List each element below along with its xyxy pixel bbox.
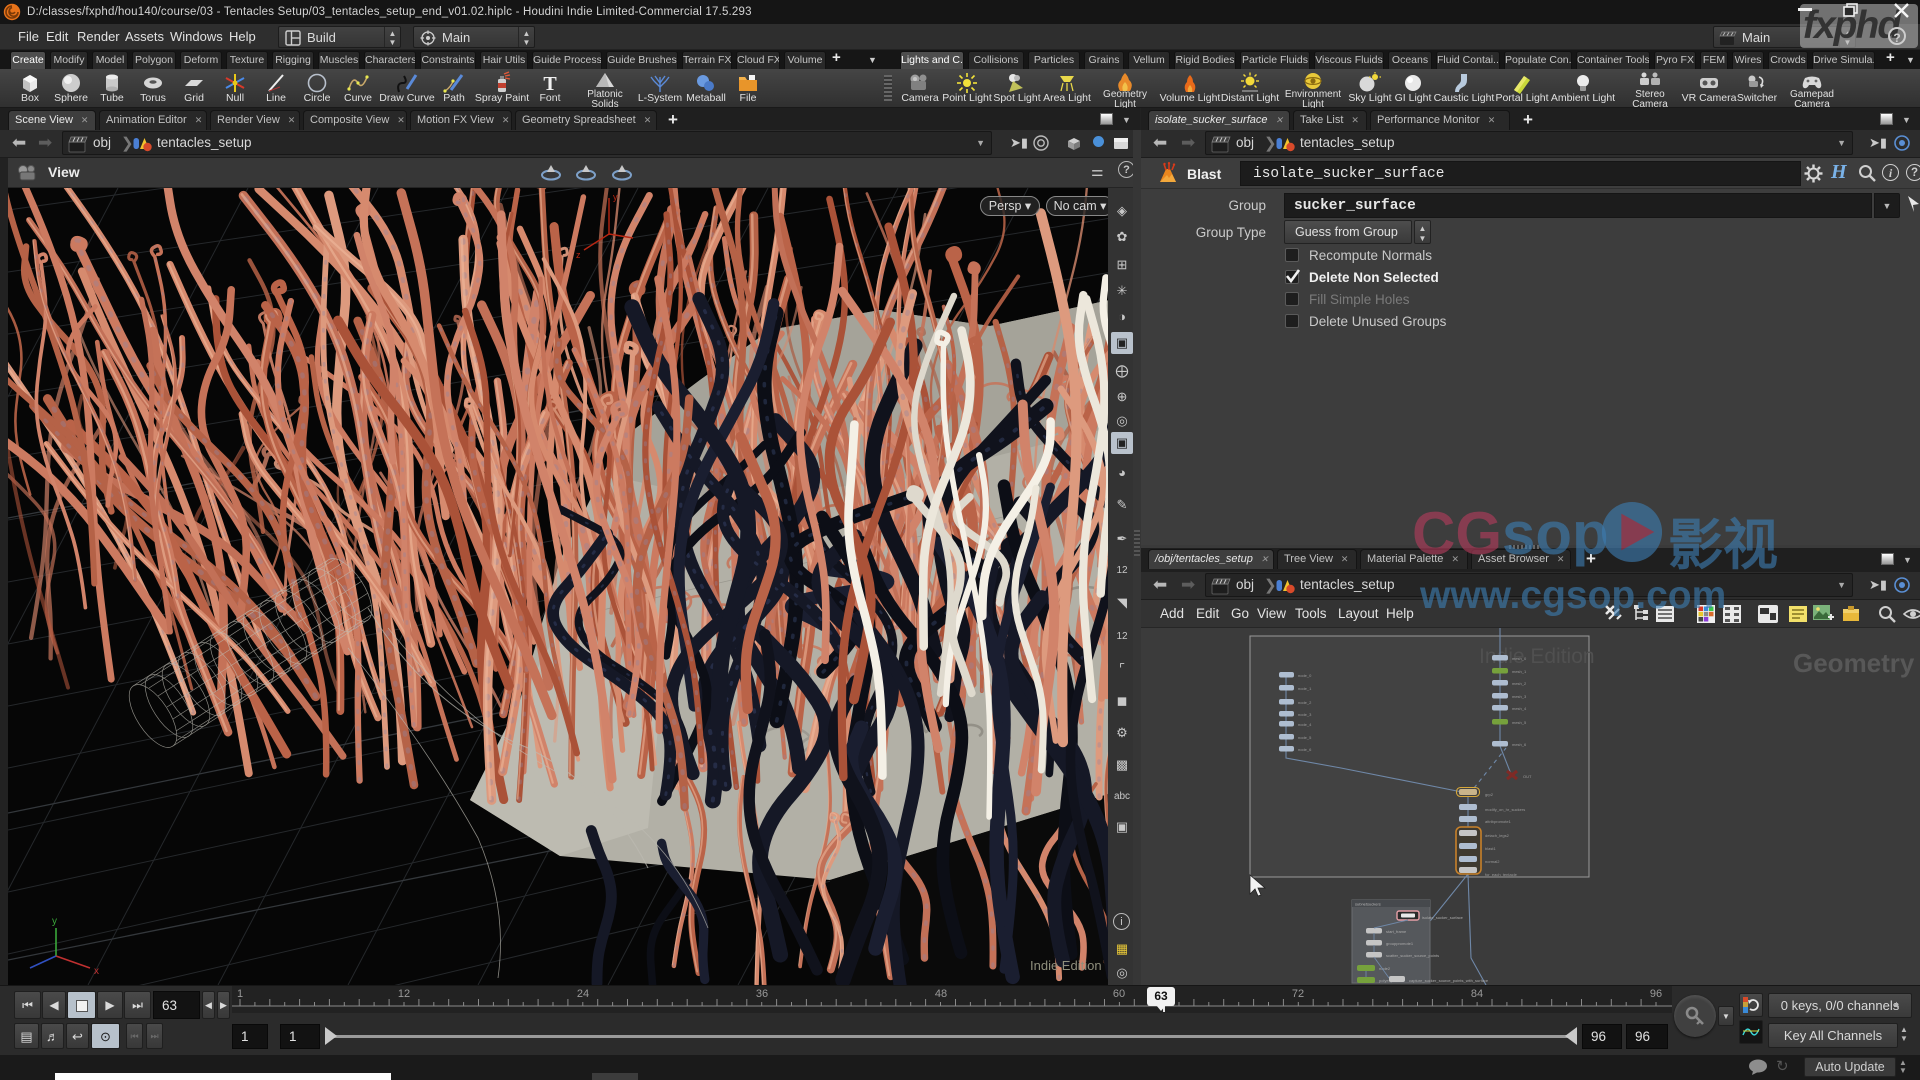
svg-text:mesh_2: mesh_2 [1512,681,1527,686]
svg-text:mesh_5: mesh_5 [1512,720,1527,725]
svg-text:48: 48 [935,988,947,1000]
svg-text:12: 12 [398,988,410,1000]
svg-text:node_4: node_4 [1298,722,1312,727]
svg-text:blast1: blast1 [1485,846,1496,851]
svg-text:attribpromote1: attribpromote1 [1485,819,1512,824]
svg-text:mesh_0: mesh_0 [1512,656,1527,661]
svg-text:capture_sucker_source_points_w: capture_sucker_source_points_with_surfac… [1409,978,1489,983]
svg-text:detach_legs2: detach_legs2 [1485,833,1510,838]
svg-text:Geometry: Geometry [1793,648,1915,678]
svg-text:z: z [576,250,581,260]
svg-text:node_0: node_0 [1298,673,1312,678]
svg-text:isolate_sucker_surface: isolate_sucker_surface [1422,915,1464,920]
svg-text:node_6: node_6 [1298,747,1312,752]
svg-text:24: 24 [577,988,589,1000]
svg-text:subnetsuckers: subnetsuckers [1355,902,1381,907]
svg-text:x: x [94,966,99,977]
svg-text:normal2: normal2 [1485,859,1500,864]
svg-text:mesh_4: mesh_4 [1512,706,1527,711]
svg-text:for_each_tentacle: for_each_tentacle [1485,872,1518,877]
svg-text:modify_on_hr_suckers: modify_on_hr_suckers [1485,807,1525,812]
svg-text:grp2: grp2 [1485,792,1494,797]
svg-text:mesh_3: mesh_3 [1512,694,1527,699]
svg-text:y: y [613,192,618,202]
svg-text:y: y [52,916,57,927]
svg-text:72: 72 [1292,988,1304,1000]
svg-text:96: 96 [1650,988,1662,1000]
svg-text:84: 84 [1471,988,1483,1000]
svg-text:node_5: node_5 [1298,735,1312,740]
svg-text:1: 1 [237,988,243,1000]
svg-text:36: 36 [756,988,768,1000]
svg-text:OUT: OUT [1523,774,1532,779]
svg-text:mesh_1: mesh_1 [1512,669,1527,674]
svg-text:60: 60 [1113,988,1125,1000]
svg-text:node_1: node_1 [1298,686,1312,691]
svg-text:start_frame: start_frame [1386,929,1407,934]
svg-text:mesh_6: mesh_6 [1512,742,1527,747]
svg-text:scatter_sucker_source_points: scatter_sucker_source_points [1386,953,1439,958]
svg-text:node_2: node_2 [1298,700,1312,705]
svg-text:node_3: node_3 [1298,712,1312,717]
svg-text:grouppromote1: grouppromote1 [1386,941,1414,946]
